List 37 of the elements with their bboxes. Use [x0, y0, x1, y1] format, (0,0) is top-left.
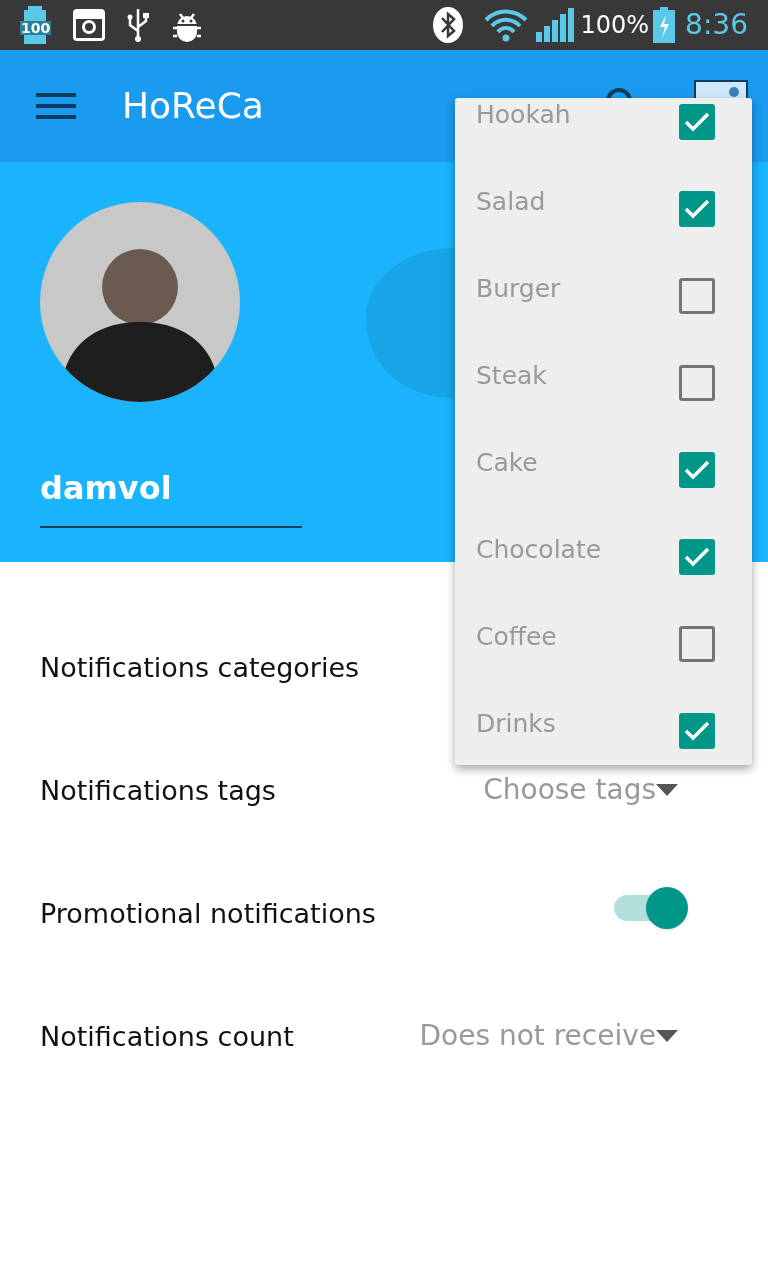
menu-item-label[interactable]: Burger [476, 262, 561, 308]
checkbox[interactable] [679, 713, 715, 749]
checkbox[interactable] [679, 365, 715, 401]
setting-label: Notifications tags [40, 774, 277, 808]
battery-level-text: 100 [20, 21, 52, 35]
usb-icon [126, 7, 150, 43]
wifi-icon [484, 8, 529, 42]
dropdown[interactable]: Does not receive [419, 1015, 678, 1057]
clock-time: 8:36 [685, 7, 748, 43]
menu-item-label[interactable]: Hookah [476, 98, 571, 134]
menu-item-label[interactable]: Salad [476, 175, 546, 221]
menu-item-label[interactable]: Steak [476, 349, 547, 395]
username: damvol [40, 469, 172, 507]
setting-label: Notifications categories [40, 651, 361, 685]
checkbox[interactable] [679, 626, 715, 662]
checkbox[interactable] [679, 539, 715, 575]
menu-item-label[interactable]: Drinks [476, 697, 556, 743]
checkbox[interactable] [679, 104, 715, 140]
setting-label: Promotional notifications [40, 897, 377, 931]
menu-item-label[interactable]: Coffee [476, 610, 557, 656]
caret-icon [656, 1030, 678, 1042]
menu-item-label[interactable]: Chocolate [476, 523, 602, 569]
signal-icon [534, 8, 575, 42]
caret-icon [656, 784, 678, 796]
menu-icon[interactable] [36, 93, 76, 119]
charging-battery-icon [653, 7, 676, 43]
battery-percent: 100% [580, 10, 650, 41]
checkbox[interactable] [679, 452, 715, 488]
dropdown[interactable]: Choose tags [483, 769, 678, 811]
setting-label: Notifications count [40, 1020, 295, 1054]
checkbox[interactable] [679, 191, 715, 227]
toggle-switch[interactable] [612, 886, 690, 930]
checkbox[interactable] [679, 278, 715, 314]
app-title: HoReCa [122, 84, 264, 128]
camera-icon [72, 8, 106, 42]
menu-item-label[interactable]: Cake [476, 436, 538, 482]
bluetooth-icon [432, 6, 465, 44]
